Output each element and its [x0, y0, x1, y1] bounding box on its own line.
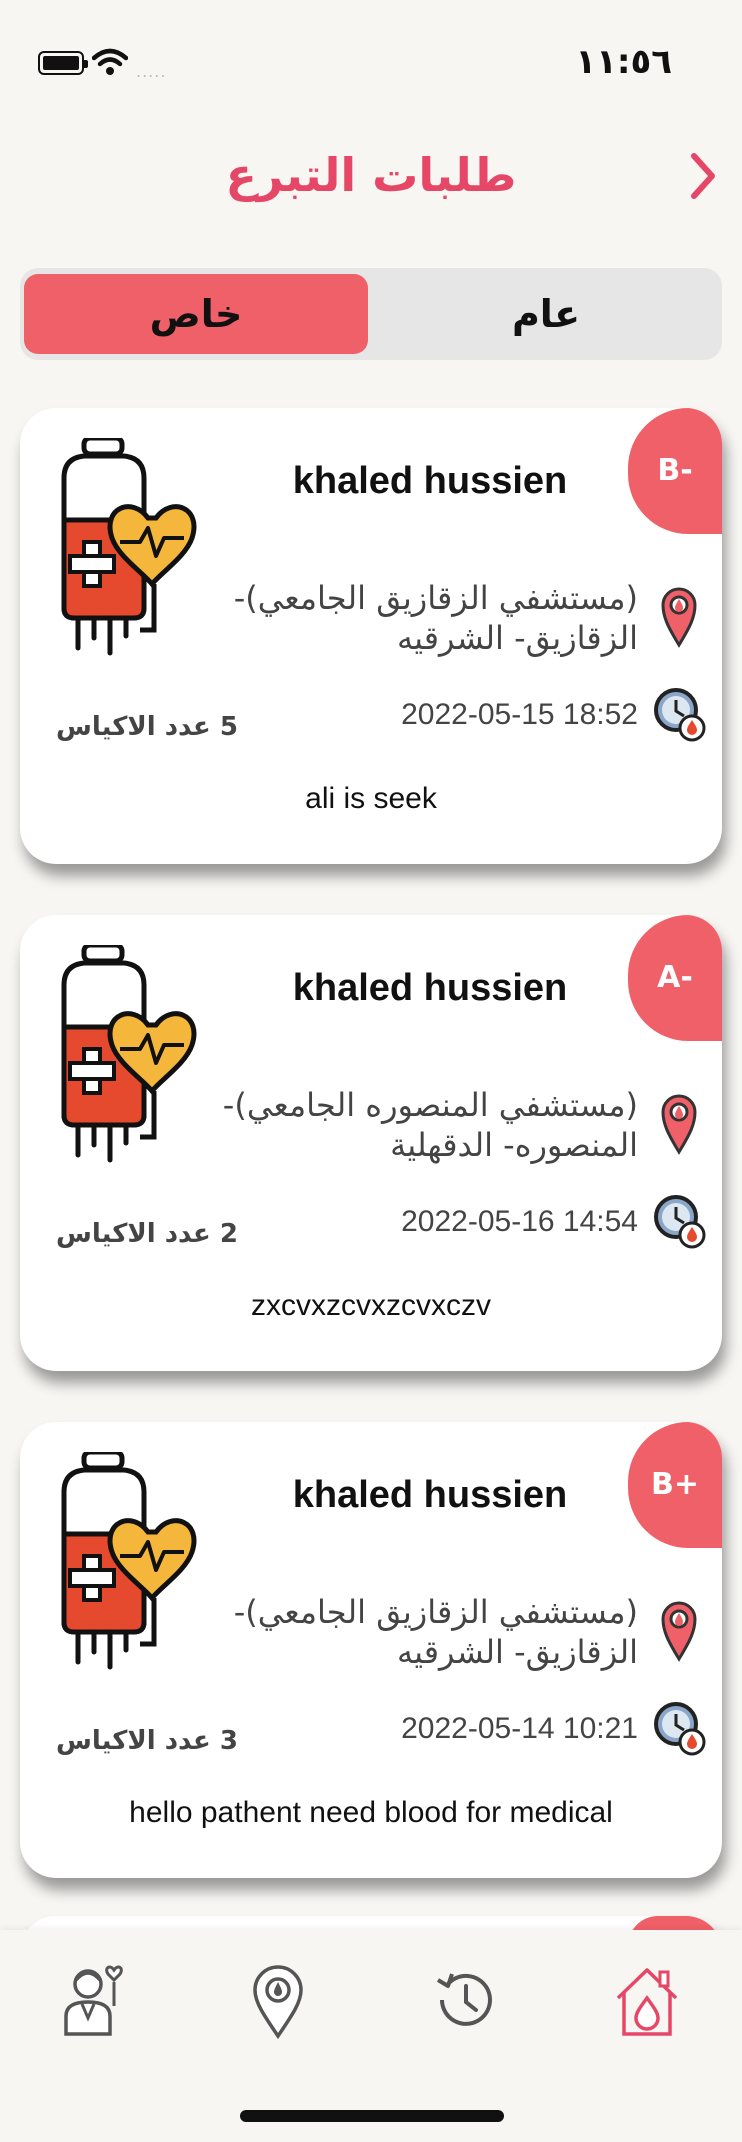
- request-note: zxcvxzcvxzcvxczv: [251, 1289, 491, 1322]
- request-datetime: 2022-05-15 18:52: [401, 698, 638, 731]
- donor-name: khaled hussien: [292, 967, 568, 1009]
- tab-public[interactable]: عام: [374, 274, 718, 354]
- tab-private[interactable]: خاص: [24, 274, 368, 354]
- blood-type-badge: A-: [628, 915, 722, 1041]
- status-time: ١١:٥٦: [575, 42, 672, 82]
- donation-request-card[interactable]: B+ khaled hussien (مستشفي الزقازيق الجام…: [20, 1422, 722, 1878]
- chevron-right-icon[interactable]: [680, 146, 726, 206]
- bags-count: 5 عدد الاكياس: [56, 712, 238, 742]
- blood-bag-heart-icon: [61, 945, 197, 1163]
- clock-blood-icon: [654, 1702, 706, 1756]
- hospital-address: (مستشفي المنصوره الجامعي)- المنصوره- الد…: [222, 1086, 638, 1164]
- page-title: طلبات التبرع: [225, 148, 517, 202]
- cellular-signal: .....: [136, 62, 167, 81]
- profile-icon[interactable]: [58, 1960, 128, 2040]
- hospital-address: (مستشفي الزقازيق الجامعي)- الزقازيق- الش…: [233, 1593, 638, 1671]
- location-pin-icon: [661, 587, 697, 648]
- donation-request-card[interactable]: A- khaled hussien (مستشفي المنصوره الجام…: [20, 915, 722, 1371]
- donor-name: khaled hussien: [292, 1474, 568, 1516]
- blood-bag-heart-icon: [61, 1452, 197, 1670]
- blood-bag-heart-icon: [61, 438, 197, 656]
- hospital-address: (مستشفي الزقازيق الجامعي)- الزقازيق- الش…: [233, 579, 638, 657]
- wifi-icon: [92, 48, 128, 75]
- donation-request-card[interactable]: B- khaled hussien (مستشفي الزقازيق الجام…: [20, 408, 722, 864]
- location-pin-icon: [661, 1094, 697, 1155]
- request-note: hello pathent need blood for medical: [129, 1796, 613, 1829]
- request-type-tabs: خاص عام: [20, 268, 722, 360]
- bags-count: 3 عدد الاكياس: [56, 1726, 238, 1756]
- blood-type-badge: B+: [628, 1422, 722, 1548]
- status-bar: ..... ١١:٥٦: [0, 0, 742, 120]
- blood-type-badge: B-: [628, 408, 722, 534]
- home-indicator: [240, 2110, 504, 2122]
- request-datetime: 2022-05-14 10:21: [401, 1712, 638, 1745]
- request-datetime: 2022-05-16 14:54: [401, 1205, 638, 1238]
- location-pin-icon: [661, 1601, 697, 1662]
- bags-count: 2 عدد الاكياس: [56, 1219, 238, 1249]
- location-icon[interactable]: [243, 1960, 313, 2040]
- clock-blood-icon: [654, 1195, 706, 1249]
- battery-icon: [38, 51, 88, 75]
- donor-name: khaled hussien: [292, 460, 568, 502]
- header: طلبات التبرع: [0, 140, 742, 210]
- clock-blood-icon: [654, 688, 706, 742]
- bottom-nav: [0, 1930, 742, 2142]
- request-note: ali is seek: [305, 782, 437, 815]
- home-icon[interactable]: [612, 1960, 682, 2040]
- history-icon[interactable]: [428, 1960, 498, 2040]
